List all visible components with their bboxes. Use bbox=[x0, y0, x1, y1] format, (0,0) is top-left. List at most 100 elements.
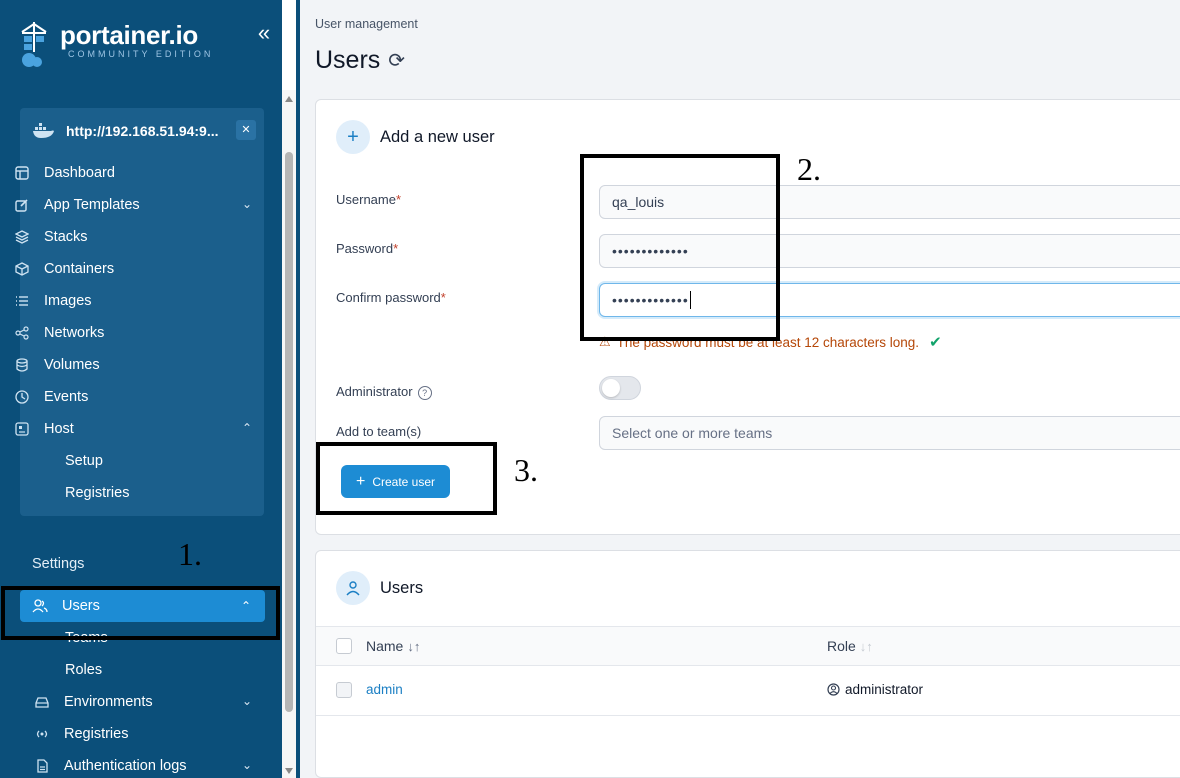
database-icon bbox=[14, 357, 30, 373]
page-title: Users ⟳ bbox=[315, 46, 405, 75]
sidebar-item-label: Events bbox=[44, 389, 89, 405]
sidebar-item-images[interactable]: Images bbox=[0, 287, 92, 315]
users-list-header: Users bbox=[336, 571, 423, 605]
password-label: Password* bbox=[336, 241, 399, 256]
administrator-label: Administrator? bbox=[336, 384, 432, 400]
annotation-box-3 bbox=[316, 442, 497, 515]
confirm-password-label-text: Confirm password bbox=[336, 290, 441, 305]
scroll-down-icon[interactable] bbox=[285, 768, 293, 774]
select-all-checkbox[interactable] bbox=[336, 638, 352, 654]
chevron-down-icon[interactable]: ⌄ bbox=[242, 758, 252, 772]
sidebar-item-label: App Templates bbox=[44, 197, 140, 213]
table-row: admin administrator bbox=[316, 666, 1180, 716]
list-icon bbox=[14, 293, 30, 309]
sidebar-item-app-templates[interactable]: App Templates ⌄ bbox=[0, 191, 264, 219]
administrator-label-text: Administrator bbox=[336, 384, 413, 399]
sidebar-item-containers[interactable]: Containers bbox=[0, 255, 114, 283]
user-role-text: administrator bbox=[845, 682, 924, 697]
sidebar-item-label: Containers bbox=[44, 261, 115, 277]
add-user-card: + Add a new user Username* qa_louis Pass… bbox=[315, 99, 1180, 535]
sidebar-item-label: Volumes bbox=[44, 357, 100, 373]
users-list-card: Users Name ↓↑ Role ↓↑ admin administrator bbox=[315, 550, 1180, 778]
sidebar-item-environments[interactable]: Environments ⌄ bbox=[0, 688, 264, 716]
scroll-up-icon[interactable] bbox=[285, 96, 293, 102]
name-column-header[interactable]: Name ↓↑ bbox=[366, 638, 420, 654]
sidebar-item-label: Stacks bbox=[44, 229, 88, 245]
refresh-icon[interactable]: ⟳ bbox=[388, 48, 405, 73]
annotation-number-3: 3. bbox=[514, 452, 538, 488]
annotation-number-1: 1. bbox=[178, 536, 202, 572]
collapse-sidebar-icon[interactable]: « bbox=[252, 22, 276, 46]
settings-section-label: Settings bbox=[32, 556, 85, 572]
sidebar-item-host-registries[interactable]: Registries bbox=[65, 485, 129, 501]
sidebar-scrollbar[interactable] bbox=[282, 90, 296, 778]
users-table-header: Name ↓↑ Role ↓↑ bbox=[316, 626, 1180, 666]
name-column-label: Name bbox=[366, 638, 404, 654]
server-icon bbox=[14, 421, 30, 437]
chevron-down-icon[interactable]: ⌄ bbox=[242, 197, 252, 211]
sort-icon: ↓↑ bbox=[407, 639, 421, 654]
box-icon bbox=[14, 261, 30, 277]
sidebar-item-volumes[interactable]: Volumes bbox=[0, 351, 100, 379]
share-icon bbox=[14, 325, 30, 341]
add-user-title: Add a new user bbox=[380, 127, 495, 146]
administrator-toggle[interactable] bbox=[599, 376, 641, 400]
sidebar-item-host[interactable]: Host ⌃ bbox=[0, 415, 264, 443]
environment-header: http://192.168.51.94:9... ✕ bbox=[32, 120, 260, 142]
radio-icon bbox=[34, 726, 50, 742]
scrollbar-top-area bbox=[282, 0, 296, 90]
user-name-link[interactable]: admin bbox=[366, 682, 403, 697]
sidebar-item-label: Dashboard bbox=[44, 165, 115, 181]
sidebar-item-setup[interactable]: Setup bbox=[65, 453, 103, 469]
sidebar-item-stacks[interactable]: Stacks bbox=[0, 223, 88, 251]
sidebar-item-label: Environments bbox=[64, 694, 153, 710]
sidebar: portainer.io COMMUNITY EDITION « http://… bbox=[0, 0, 282, 778]
sidebar-item-authentication-logs[interactable]: Authentication logs ⌄ bbox=[0, 752, 264, 778]
sidebar-item-label: Registries bbox=[64, 726, 129, 742]
scrollbar-thumb[interactable] bbox=[285, 152, 293, 712]
chevron-up-icon[interactable]: ⌃ bbox=[242, 421, 252, 435]
main-content: User management Users ⟳ + Add a new user… bbox=[300, 0, 1180, 778]
role-column-label: Role bbox=[827, 638, 856, 654]
sidebar-item-label: Authentication logs bbox=[64, 758, 187, 774]
username-label-text: Username bbox=[336, 192, 396, 207]
toggle-knob bbox=[602, 379, 620, 397]
layout-icon bbox=[14, 165, 30, 181]
confirm-password-label: Confirm password* bbox=[336, 290, 446, 305]
check-icon: ✔ bbox=[929, 334, 942, 351]
page-title-text: Users bbox=[315, 46, 381, 74]
hdd-icon bbox=[34, 694, 50, 710]
sidebar-item-label: Images bbox=[44, 293, 92, 309]
plus-icon: + bbox=[336, 120, 370, 154]
sort-icon: ↓↑ bbox=[859, 639, 873, 654]
chevron-down-icon[interactable]: ⌄ bbox=[242, 694, 252, 708]
sidebar-item-roles[interactable]: Roles bbox=[65, 662, 102, 678]
role-column-header[interactable]: Role ↓↑ bbox=[827, 638, 873, 654]
help-icon[interactable]: ? bbox=[417, 385, 432, 400]
sidebar-item-label: Networks bbox=[44, 325, 105, 341]
close-environment-icon[interactable]: ✕ bbox=[236, 120, 256, 140]
sidebar-item-events[interactable]: Events bbox=[0, 383, 88, 411]
layers-icon bbox=[14, 229, 30, 245]
username-label: Username* bbox=[336, 192, 402, 207]
sidebar-item-label: Host bbox=[44, 421, 74, 437]
password-label-text: Password bbox=[336, 241, 394, 256]
teams-placeholder: Select one or more teams bbox=[612, 425, 773, 441]
portainer-logo[interactable]: portainer.io COMMUNITY EDITION bbox=[18, 20, 213, 68]
sidebar-item-registries[interactable]: Registries bbox=[0, 720, 128, 748]
annotation-box-2 bbox=[580, 154, 780, 341]
portainer-logo-icon bbox=[21, 22, 47, 67]
breadcrumb: User management bbox=[315, 17, 418, 31]
environment-url: http://192.168.51.94:9... bbox=[66, 123, 219, 139]
user-icon bbox=[336, 571, 370, 605]
row-checkbox[interactable] bbox=[336, 682, 352, 698]
file-icon bbox=[34, 758, 50, 774]
sidebar-item-dashboard[interactable]: Dashboard bbox=[0, 159, 115, 187]
users-list-title: Users bbox=[380, 578, 424, 597]
annotation-number-2: 2. bbox=[797, 151, 821, 187]
teams-select[interactable]: Select one or more teams bbox=[599, 416, 1180, 450]
sidebar-item-networks[interactable]: Networks bbox=[0, 319, 104, 347]
annotation-box-1 bbox=[1, 586, 280, 640]
brand-name: portainer.io bbox=[60, 20, 198, 50]
docker-icon bbox=[33, 123, 54, 138]
